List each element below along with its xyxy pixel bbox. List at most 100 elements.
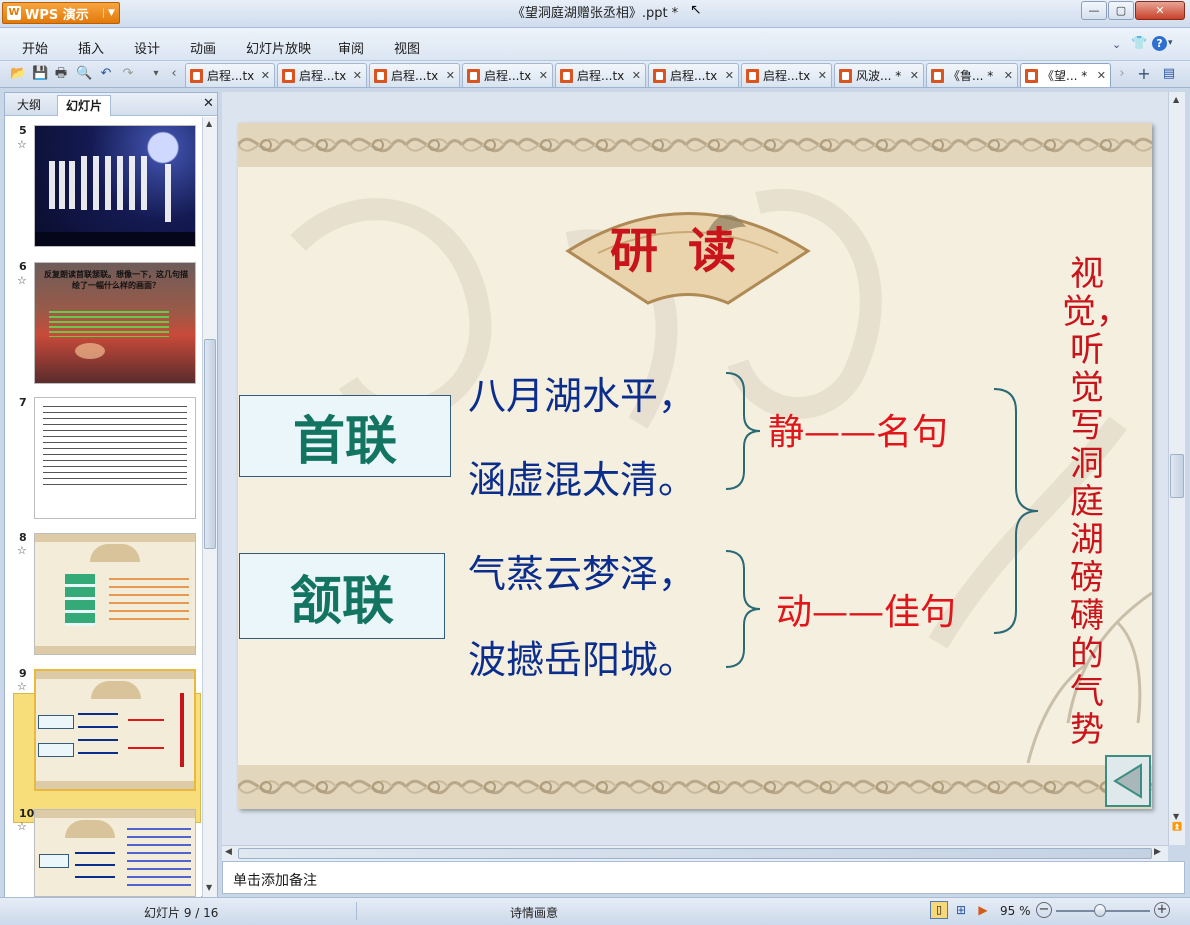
print-icon[interactable]: 🖶 (53, 66, 69, 82)
close-tab-icon[interactable]: ✕ (539, 69, 548, 82)
close-tab-icon[interactable]: ✕ (725, 69, 734, 82)
thumb-label-stack (65, 574, 95, 626)
slides-panel: 大纲 幻灯片 ✕ 5 ☆ 6 ☆ 反复朗读首联颔联。想像一下，这几句描绘了一幅什… (4, 92, 218, 897)
help-dropdown-icon[interactable]: ▾ (1168, 38, 1173, 48)
thumb-fan (91, 681, 141, 699)
doc-tab[interactable]: 启程...tx ✕ (369, 63, 460, 87)
zoom-in-icon[interactable]: + (1154, 902, 1170, 918)
panel-tab-bar: 大纲 幻灯片 ✕ (5, 93, 217, 116)
new-tab-icon[interactable]: + (1136, 66, 1152, 82)
close-tab-icon[interactable]: ✕ (910, 69, 919, 82)
notes-field[interactable]: 单击添加备注 (222, 861, 1185, 894)
slide-thumbnail[interactable]: 反复朗读首联颔联。想像一下，这几句描绘了一幅什么样的画面？ (34, 262, 196, 384)
prev-slide-icon[interactable]: ⏫ (1172, 822, 1182, 831)
doc-tab[interactable]: 启程...tx ✕ (555, 63, 646, 87)
ppt-file-icon (1025, 68, 1038, 83)
slide-thumbnail[interactable] (34, 125, 196, 247)
scroll-down-icon[interactable]: ▼ (1173, 812, 1179, 821)
doc-tab[interactable]: 启程...tx ✕ (277, 63, 367, 87)
undo-icon[interactable]: ↶ (98, 66, 114, 82)
print-preview-icon[interactable]: 🔍 (76, 66, 92, 82)
doc-tab[interactable]: 风波... * ✕ (834, 63, 924, 87)
scrollbar-thumb[interactable] (1170, 454, 1184, 498)
ornament-band-bottom (238, 765, 1152, 809)
menu-home[interactable]: 开始 (22, 38, 48, 57)
close-panel-icon[interactable]: ✕ (203, 96, 214, 111)
tab-outline[interactable]: 大纲 (9, 95, 49, 116)
slideshow-icon[interactable]: ▶ (974, 901, 992, 919)
doc-tab-active[interactable]: 《望... * ✕ (1020, 63, 1111, 87)
theme-name: 诗情画意 (510, 906, 559, 920)
close-tab-icon[interactable]: ✕ (446, 69, 455, 82)
skin-icon[interactable]: 👕 (1131, 36, 1147, 51)
scroll-up-icon[interactable]: ▲ (1173, 95, 1179, 104)
close-tab-icon[interactable]: ✕ (818, 69, 827, 82)
back-nav-button[interactable] (1105, 755, 1151, 807)
open-icon[interactable]: 📂 (10, 66, 26, 82)
menu-design[interactable]: 设计 (134, 38, 160, 57)
close-tab-icon[interactable]: ✕ (261, 69, 270, 82)
scroll-up-icon[interactable]: ▲ (206, 119, 212, 128)
slide-thumbnail[interactable] (34, 809, 196, 897)
close-tab-icon[interactable]: ✕ (1004, 69, 1013, 82)
brace-1 (725, 372, 761, 490)
slide-thumbnail[interactable] (34, 397, 196, 519)
menu-bar: 开始 插入 设计 动画 幻灯片放映 审阅 视图 ⌄ 👕 ? ▾ (0, 28, 1190, 61)
animation-star-icon: ☆ (17, 274, 27, 287)
save-icon[interactable]: 💾 (32, 66, 48, 82)
doc-tab[interactable]: 启程...tx ✕ (741, 63, 832, 87)
doc-tab[interactable]: 启程...tx ✕ (462, 63, 553, 87)
zoom-slider-handle[interactable] (1094, 904, 1106, 917)
tab-slides[interactable]: 幻灯片 (57, 95, 112, 116)
menu-view[interactable]: 视图 (394, 38, 420, 57)
doc-tab[interactable]: 启程...tx ✕ (648, 63, 739, 87)
main-vertical-scrollbar[interactable]: ▲ ▼ ⏫ (1168, 92, 1185, 845)
document-tab-bar: 📂 💾 🖶 🔍 ↶ ↷ ▾ ‹ 启程...tx ✕ 启程...tx ✕ 启程...t… (0, 61, 1190, 88)
customize-toolbar-icon[interactable]: ▾ (148, 66, 164, 82)
maximize-button[interactable]: ▢ (1108, 1, 1134, 20)
chevron-down-icon[interactable]: ⌄ (1112, 38, 1121, 51)
slide-canvas[interactable]: 研读 首联 颔联 八月湖水平， 涵虚混太清。 气蒸云梦泽， 波撼岳阳城。 静——… (238, 123, 1152, 809)
ppt-file-icon (839, 68, 852, 83)
close-tab-icon[interactable]: ✕ (353, 69, 362, 82)
ornament-pattern (238, 123, 1152, 167)
menu-review[interactable]: 审阅 (338, 38, 364, 57)
close-tab-icon[interactable]: ✕ (1097, 69, 1106, 82)
title-bar: 《望洞庭湖赠张丞相》.ppt * W WPS 演示 ▼ ↖ — ▢ ✕ (0, 0, 1190, 28)
scrollbar-thumb[interactable] (238, 848, 1152, 859)
app-logo-text: WPS 演示 (25, 7, 89, 23)
scrollbar-thumb[interactable] (204, 339, 216, 549)
ppt-file-icon (931, 68, 944, 83)
scroll-right-icon[interactable]: ▶ (1154, 847, 1161, 857)
redo-icon[interactable]: ↷ (120, 66, 136, 82)
triangle-left-icon (1113, 763, 1142, 799)
thumb-orange-text (109, 578, 189, 622)
doc-tab[interactable]: 《鲁... * ✕ (926, 63, 1018, 87)
menu-slideshow[interactable]: 幻灯片放映 (246, 38, 311, 57)
close-tab-icon[interactable]: ✕ (632, 69, 641, 82)
scroll-left-icon[interactable]: ◀ (225, 847, 232, 857)
thumb-red-lines (128, 719, 164, 755)
slide-thumbnail-selected[interactable] (34, 669, 196, 791)
app-menu-button[interactable]: W WPS 演示 ▼ (2, 2, 120, 24)
zoom-out-icon[interactable]: − (1036, 902, 1052, 918)
animation-star-icon: ☆ (17, 544, 27, 557)
slide-sorter-icon[interactable]: ⊞ (952, 901, 970, 919)
thumb-number: 7 (19, 396, 27, 409)
slide-thumbnail[interactable] (34, 533, 196, 655)
tab-list-icon[interactable]: ▤ (1161, 66, 1177, 82)
thumbnail-scrollbar[interactable]: ▲ ▼ (202, 117, 217, 897)
menu-animation[interactable]: 动画 (190, 38, 216, 57)
minimize-button[interactable]: — (1081, 1, 1107, 20)
main-horizontal-scrollbar[interactable]: ◀ ▶ (222, 845, 1168, 861)
close-button[interactable]: ✕ (1135, 1, 1185, 20)
doc-tab[interactable]: 启程...tx ✕ (185, 63, 275, 87)
scroll-down-icon[interactable]: ▼ (206, 883, 212, 892)
help-icon[interactable]: ? (1152, 36, 1167, 51)
menu-insert[interactable]: 插入 (78, 38, 104, 57)
brace-2 (725, 550, 761, 668)
ppt-file-icon (374, 68, 387, 83)
tabs-scroll-left-icon[interactable]: ‹ (166, 66, 182, 82)
normal-view-icon[interactable]: ▯ (930, 901, 948, 919)
tabs-scroll-right-icon[interactable]: › (1114, 66, 1130, 82)
